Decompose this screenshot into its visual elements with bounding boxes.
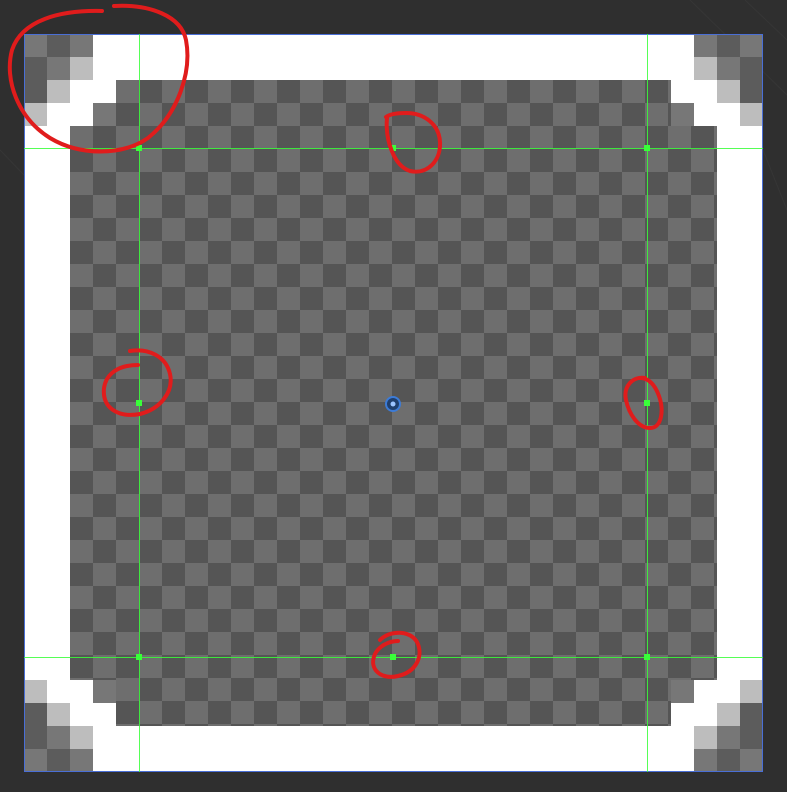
handle-middle-right[interactable] <box>644 400 650 406</box>
frame-top-bar <box>116 34 671 80</box>
handle-bottom-right[interactable] <box>644 654 650 660</box>
handle-bottom-middle[interactable] <box>390 654 396 660</box>
frame-corner-bottom-left <box>24 680 116 772</box>
frame-left-bar <box>24 126 70 680</box>
sprite-editor-svg <box>0 0 787 772</box>
frame-corner-bottom-right <box>671 680 763 772</box>
frame-bottom-bar <box>116 726 671 772</box>
sprite-editor-canvas <box>0 0 787 792</box>
pivot-handle[interactable] <box>385 396 401 412</box>
handle-middle-left[interactable] <box>136 400 142 406</box>
frame-corner-top-right <box>671 34 763 126</box>
frame-corner-top-left <box>24 34 116 126</box>
handle-top-right[interactable] <box>644 145 650 151</box>
handle-bottom-left[interactable] <box>136 654 142 660</box>
frame-right-bar <box>717 126 763 680</box>
pivot-center-dot <box>390 401 396 407</box>
